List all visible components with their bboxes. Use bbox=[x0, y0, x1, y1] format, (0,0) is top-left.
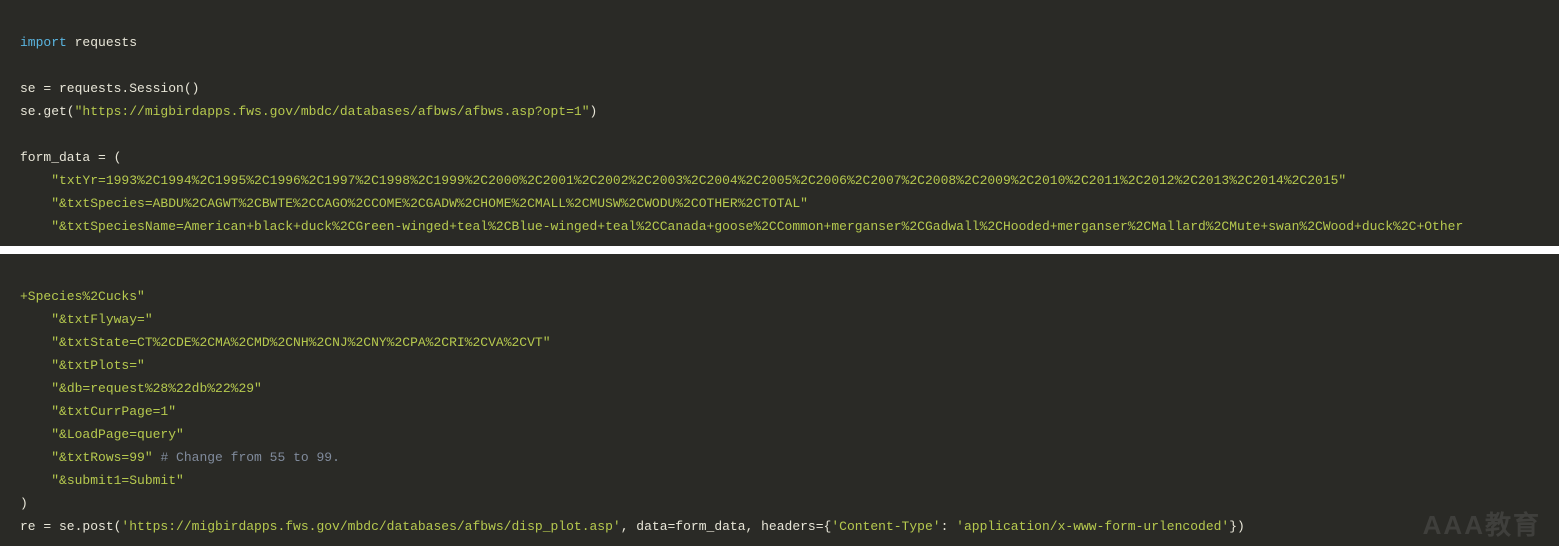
code-line: import requests bbox=[20, 35, 137, 50]
url-string: 'https://migbirdapps.fws.gov/mbdc/databa… bbox=[121, 519, 620, 534]
code-block-2: +Species%2Cucks" "&txtFlyway=" "&txtStat… bbox=[0, 254, 1559, 546]
code-line: "&txtFlyway=" bbox=[20, 312, 153, 327]
code-line: "&db=request%28%22db%22%29" bbox=[20, 381, 262, 396]
module-name: requests bbox=[67, 35, 137, 50]
url-string: "https://migbirdapps.fws.gov/mbdc/databa… bbox=[75, 104, 590, 119]
form-data-string: "&txtSpecies=ABDU%2CAGWT%2CBWTE%2CCAGO%2… bbox=[51, 196, 808, 211]
form-data-string: "&txtCurrPage=1" bbox=[51, 404, 176, 419]
form-data-string: "&txtSpeciesName=American+black+duck%2CG… bbox=[51, 219, 1463, 234]
form-data-string: "&db=request%28%22db%22%29" bbox=[51, 381, 262, 396]
code-line: re = se.post('https://migbirdapps.fws.go… bbox=[20, 519, 1245, 534]
keyword-import: import bbox=[20, 35, 67, 50]
code-line: "&LoadPage=query" bbox=[20, 427, 184, 442]
code-line: "&txtState=CT%2CDE%2CMA%2CMD%2CNH%2CNJ%2… bbox=[20, 335, 551, 350]
code-line: "&submit1=Submit" bbox=[20, 473, 184, 488]
code-block-1: import requests se = requests.Session() … bbox=[0, 0, 1559, 246]
form-data-string: "&submit1=Submit" bbox=[51, 473, 184, 488]
form-data-string: "&txtPlots=" bbox=[51, 358, 145, 373]
code-line: form_data = ( bbox=[20, 150, 121, 165]
code-line: se.get("https://migbirdapps.fws.gov/mbdc… bbox=[20, 104, 597, 119]
form-data-string: "&txtFlyway=" bbox=[51, 312, 152, 327]
block-separator bbox=[0, 246, 1559, 254]
code-line: "&txtSpecies=ABDU%2CAGWT%2CBWTE%2CCAGO%2… bbox=[20, 196, 808, 211]
comment: # Change from 55 to 99. bbox=[153, 450, 340, 465]
code-line: "txtYr=1993%2C1994%2C1995%2C1996%2C1997%… bbox=[20, 173, 1346, 188]
code-line: ) bbox=[20, 496, 28, 511]
form-data-string: +Species%2Cucks" bbox=[20, 289, 145, 304]
code-line: "&txtPlots=" bbox=[20, 358, 145, 373]
code-line: "&txtCurrPage=1" bbox=[20, 404, 176, 419]
code-line: "&txtSpeciesName=American+black+duck%2CG… bbox=[20, 219, 1463, 234]
code-line: +Species%2Cucks" bbox=[20, 289, 145, 304]
form-data-string: "&LoadPage=query" bbox=[51, 427, 184, 442]
form-data-string: "txtYr=1993%2C1994%2C1995%2C1996%2C1997%… bbox=[51, 173, 1346, 188]
form-data-string: "&txtRows=99" bbox=[51, 450, 152, 465]
code-line: se = requests.Session() bbox=[20, 81, 199, 96]
form-data-string: "&txtState=CT%2CDE%2CMA%2CMD%2CNH%2CNJ%2… bbox=[51, 335, 550, 350]
code-line: "&txtRows=99" # Change from 55 to 99. bbox=[20, 450, 340, 465]
